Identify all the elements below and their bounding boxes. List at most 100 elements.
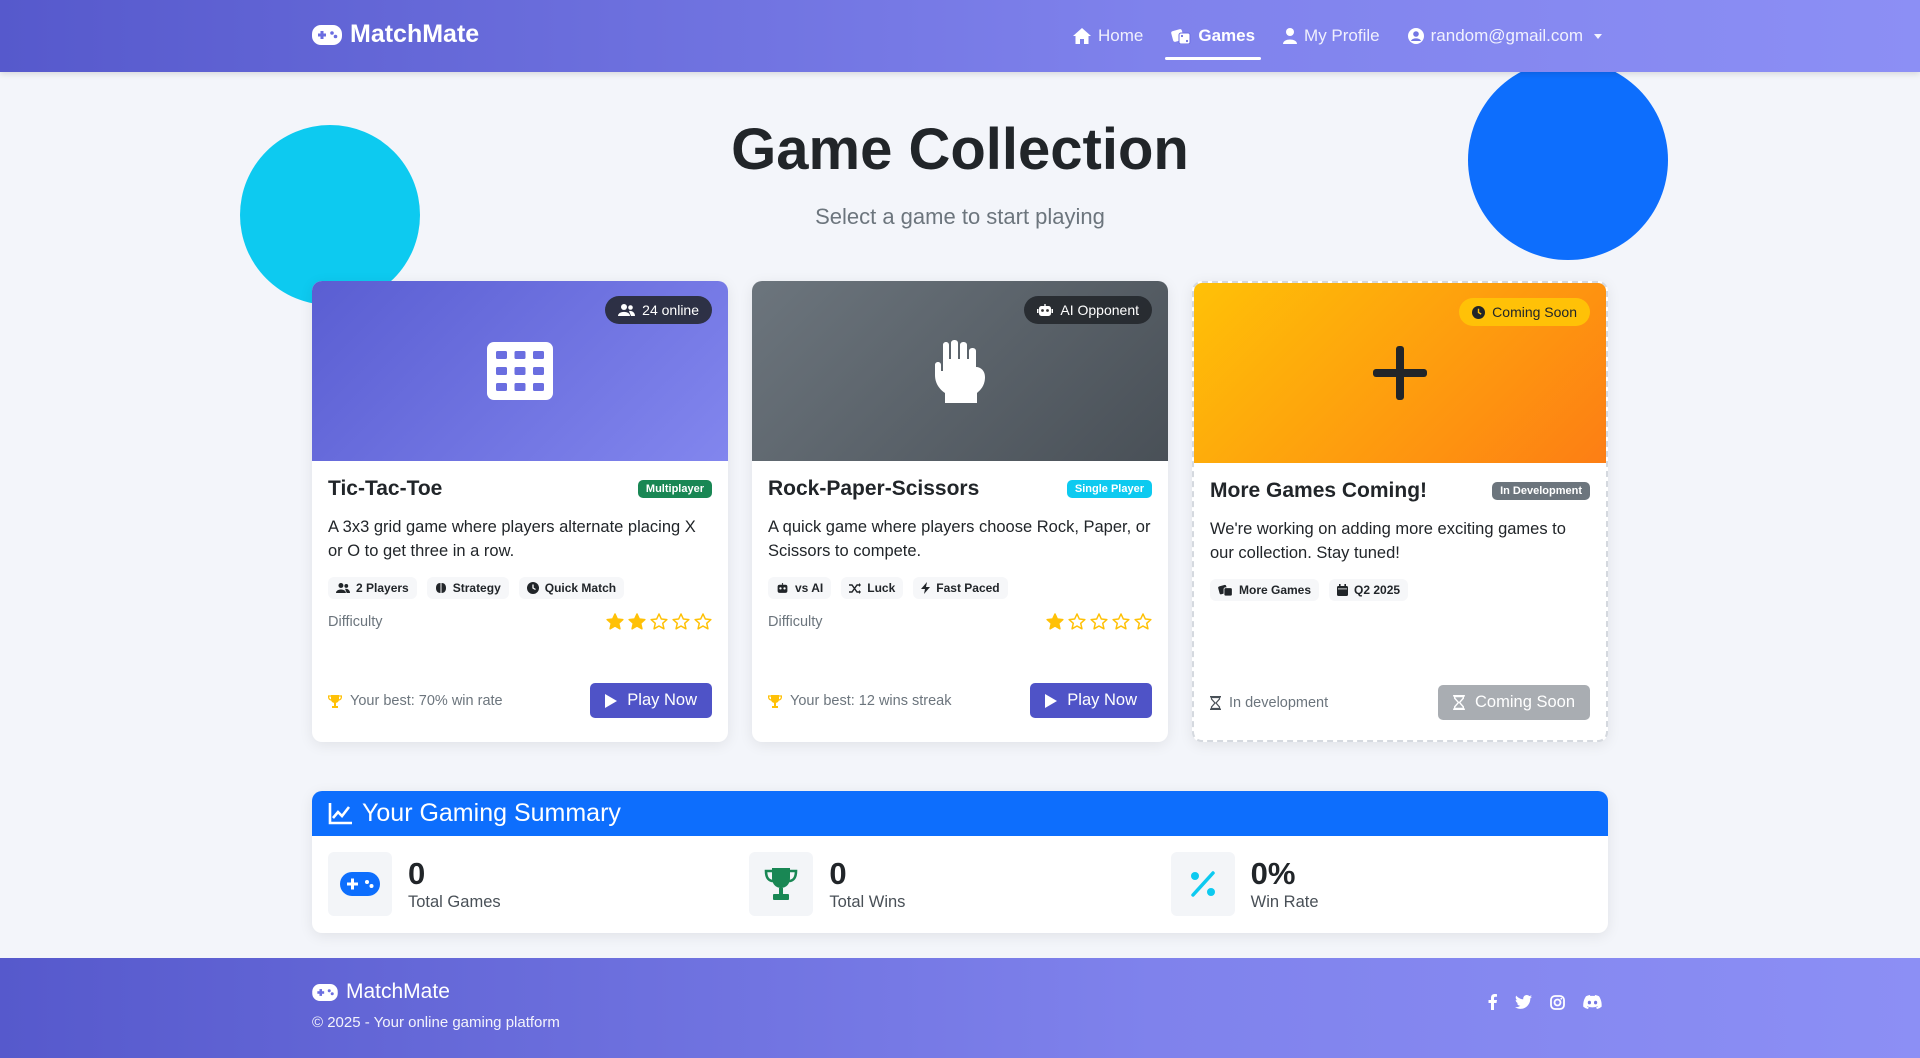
page-subtitle: Select a game to start playing <box>815 204 1105 229</box>
tag: Quick Match <box>518 577 625 599</box>
stat-label: Total Games <box>408 892 501 911</box>
tag-label: Luck <box>867 581 896 595</box>
gaming-summary-panel: Your Gaming Summary 0 Total Games 0 Tota… <box>312 791 1608 933</box>
card-body: More Games Coming! In Development We're … <box>1194 463 1606 740</box>
stat-value: 0 <box>829 855 847 891</box>
card-image: AI Opponent <box>752 281 1168 461</box>
percent-icon <box>1170 852 1235 916</box>
card-title: More Games Coming! <box>1210 479 1428 502</box>
tag-list: vs AI Luck Fast Paced <box>768 577 1152 599</box>
card-title: Tic-Tac-Toe <box>328 477 443 500</box>
caret-down-icon <box>1594 33 1602 39</box>
game-card-rock-paper-scissors[interactable]: AI Opponent Rock-Paper-Scissors Single P… <box>752 281 1168 742</box>
nav-games[interactable]: Games <box>1165 0 1261 72</box>
difficulty-stars <box>606 613 712 630</box>
chart-line-icon <box>328 802 352 825</box>
plus-icon <box>1373 346 1427 400</box>
tag: Strategy <box>426 577 509 599</box>
trophy-icon <box>768 694 782 708</box>
bolt-icon <box>921 582 931 594</box>
social-links <box>1488 994 1602 1010</box>
navbar: MatchMate Home Games My Profile random@g… <box>0 0 1920 72</box>
stat-total-wins: 0 Total Wins <box>749 852 1170 916</box>
game-card-tic-tac-toe[interactable]: 24 online Tic-Tac-Toe Multiplayer A 3x3 … <box>312 281 728 742</box>
card-title: Rock-Paper-Scissors <box>768 477 980 500</box>
robot-icon <box>1037 304 1054 316</box>
tag-label: Strategy <box>452 581 501 595</box>
star-empty-icon <box>1112 613 1130 630</box>
brain-icon <box>435 582 447 594</box>
tag: Fast Paced <box>913 577 1008 599</box>
tag-label: 2 Players <box>356 581 409 595</box>
stat-value: 0% <box>1250 855 1296 891</box>
tag: More Games <box>1210 579 1320 601</box>
coming-soon-badge: Coming Soon <box>1459 298 1590 326</box>
stat-value: 0 <box>408 855 426 891</box>
difficulty-label: Difficulty <box>328 613 383 630</box>
users-icon <box>618 304 636 316</box>
calendar-icon <box>1337 584 1349 596</box>
card-body: Rock-Paper-Scissors Single Player A quic… <box>752 461 1168 742</box>
tag: 2 Players <box>328 577 417 599</box>
star-empty-icon <box>1134 613 1152 630</box>
card-description: We're working on adding more exciting ga… <box>1210 520 1566 562</box>
development-status: In development <box>1210 695 1328 711</box>
users-icon <box>336 583 350 593</box>
nav-games-label: Games <box>1198 26 1256 45</box>
grid-icon <box>487 342 553 400</box>
online-badge: 24 online <box>605 296 712 324</box>
type-badge: In Development <box>1492 482 1590 500</box>
brand-logo[interactable]: MatchMate <box>312 20 479 49</box>
stat-total-games: 0 Total Games <box>328 852 749 916</box>
star-filled-icon <box>606 613 624 630</box>
tag-label: More Games <box>1239 583 1312 597</box>
coming-soon-button: Coming Soon <box>1438 685 1590 720</box>
tag: Luck <box>841 577 904 599</box>
user-circle-icon <box>1407 28 1424 44</box>
nav-home[interactable]: Home <box>1072 0 1143 72</box>
summary-title: Your Gaming Summary <box>362 799 621 827</box>
hourglass-icon <box>1453 695 1465 710</box>
tag-label: Q2 2025 <box>1354 583 1401 597</box>
dice-icon <box>1218 584 1233 596</box>
coming-soon-label: Coming Soon <box>1475 693 1575 711</box>
discord-icon[interactable] <box>1583 995 1602 1009</box>
best-stat-label: Your best: 12 wins streak <box>790 692 952 709</box>
footer: MatchMate © 2025 - Your online gaming pl… <box>0 958 1920 1058</box>
instagram-icon[interactable] <box>1550 994 1565 1010</box>
twitter-icon[interactable] <box>1515 995 1532 1009</box>
hourglass-icon <box>1210 695 1221 710</box>
gamepad-icon <box>312 24 342 45</box>
card-image: Coming Soon <box>1194 283 1606 463</box>
star-filled-icon <box>1046 613 1064 630</box>
play-now-button[interactable]: Play Now <box>590 683 712 718</box>
play-now-button[interactable]: Play Now <box>1030 683 1152 718</box>
online-badge-label: 24 online <box>642 302 699 318</box>
type-badge: Single Player <box>1066 480 1152 498</box>
footer-brand: MatchMate <box>312 980 450 1004</box>
footer-brand-name: MatchMate <box>346 980 450 1003</box>
star-empty-icon <box>672 613 690 630</box>
clock-icon <box>526 582 539 594</box>
play-icon <box>605 693 618 708</box>
ai-opponent-label: AI Opponent <box>1060 302 1139 318</box>
card-description: A 3x3 grid game where players alternate … <box>328 518 696 560</box>
card-body: Tic-Tac-Toe Multiplayer A 3x3 grid game … <box>312 461 728 742</box>
page-title: Game Collection <box>731 117 1189 182</box>
facebook-icon[interactable] <box>1488 994 1497 1010</box>
card-description: A quick game where players choose Rock, … <box>768 518 1151 560</box>
tag-label: vs AI <box>795 581 824 595</box>
user-menu-dropdown[interactable]: random@gmail.com <box>1407 0 1602 72</box>
star-empty-icon <box>1068 613 1086 630</box>
nav-my-profile[interactable]: My Profile <box>1283 0 1380 72</box>
play-icon <box>1045 693 1058 708</box>
tag-label: Fast Paced <box>936 581 1000 595</box>
trophy-icon <box>328 694 342 708</box>
type-badge: Multiplayer <box>637 480 712 498</box>
gamepad-icon <box>312 983 338 1001</box>
fist-icon <box>933 339 987 403</box>
card-image: 24 online <box>312 281 728 461</box>
best-stat: Your best: 12 wins streak <box>768 693 951 709</box>
coming-soon-badge-label: Coming Soon <box>1492 304 1577 320</box>
nav-links: Home Games My Profile random@gmail.com <box>1072 0 1602 72</box>
